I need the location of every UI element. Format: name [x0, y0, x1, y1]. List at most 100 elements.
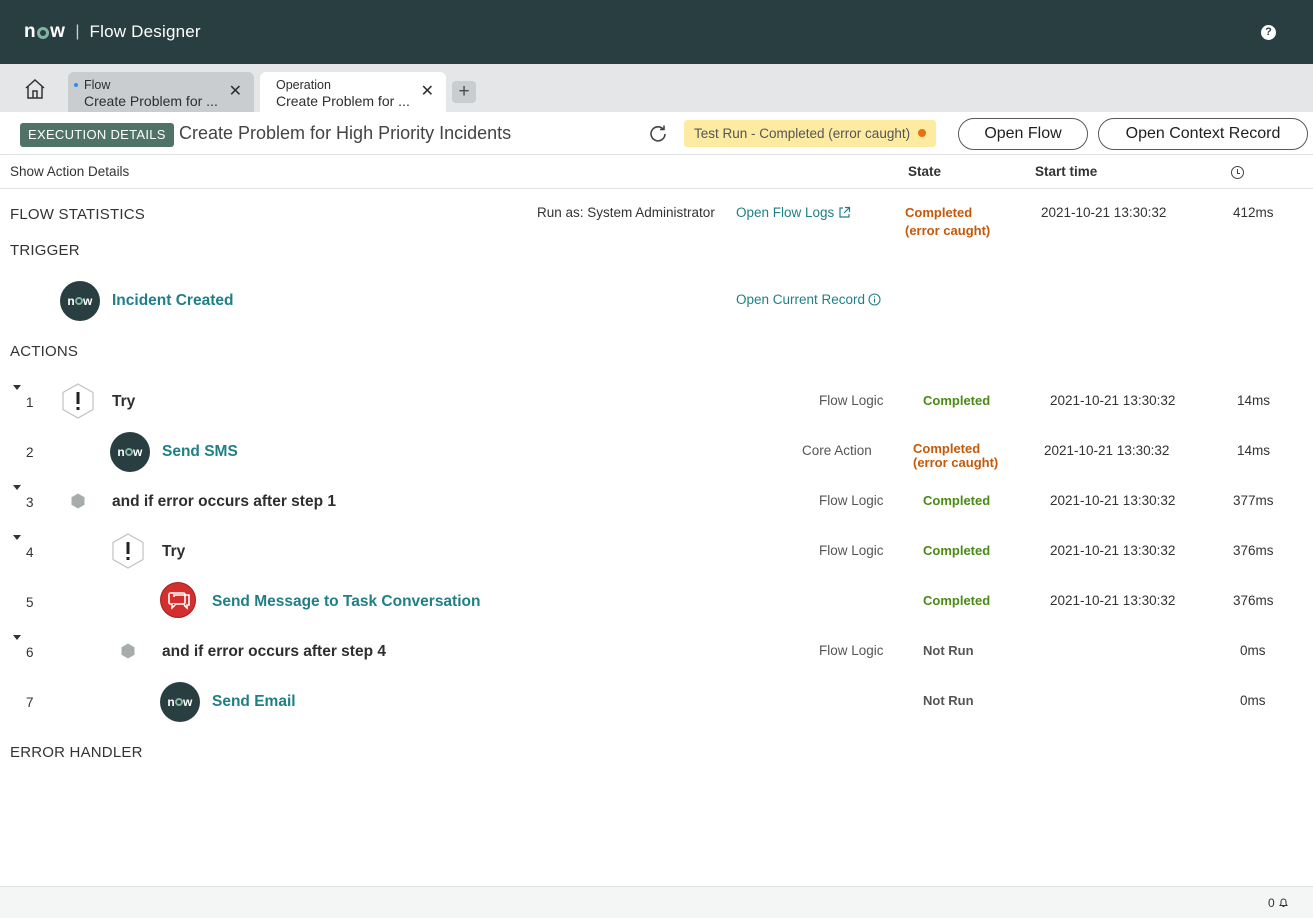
show-action-details-toggle[interactable]: Show Action Details [10, 164, 129, 179]
run-as-text: Run as: System Administrator [537, 205, 715, 220]
step-name-link[interactable]: Send SMS [162, 443, 238, 461]
app-header: nw | Flow Designer ? [0, 0, 1313, 64]
execution-title: Create Problem for High Priority Inciden… [179, 123, 512, 143]
flow-duration: 412ms [1233, 205, 1274, 220]
trigger-heading: TRIGGER [10, 242, 80, 259]
servicenow-action-icon: nw [160, 682, 200, 722]
open-flow-logs-label: Open Flow Logs [736, 205, 835, 220]
step-name[interactable]: and if error occurs after step 4 [162, 643, 386, 661]
flow-start-time: 2021-10-21 13:30:32 [1041, 205, 1167, 220]
step-type: Core Action [802, 443, 872, 458]
step-duration: 14ms [1237, 393, 1271, 408]
step-start-time: 2021-10-21 13:30:32 [1050, 593, 1176, 608]
step-state: Completed [923, 393, 991, 408]
run-status-text: Test Run - Completed (error caught) [694, 126, 911, 141]
collapse-caret-icon[interactable] [13, 635, 21, 640]
step-state-line2: (error caught) [913, 455, 999, 470]
step-state: Completed (error caught) [913, 442, 998, 470]
open-flow-button[interactable]: Open Flow [958, 118, 1088, 150]
unsaved-dot-icon [74, 83, 78, 87]
tab-flow[interactable]: Flow Create Problem for ... ✕ [68, 72, 254, 112]
external-link-icon [839, 206, 851, 218]
step-number: 6 [26, 645, 34, 660]
info-icon [868, 293, 881, 306]
header-separator: | [75, 23, 80, 40]
try-logic-icon [62, 383, 94, 419]
servicenow-trigger-icon: nw [60, 281, 100, 321]
bell-icon[interactable] [1278, 897, 1289, 908]
try-logic-icon [112, 533, 144, 569]
flow-state-line2: (error caught) [905, 223, 991, 238]
run-status-badge: Test Run - Completed (error caught) [684, 120, 937, 147]
step-duration: 377ms [1233, 493, 1274, 508]
collapse-caret-icon[interactable] [13, 485, 21, 490]
step-number: 3 [26, 495, 34, 510]
step-state: Completed [923, 593, 991, 608]
collapse-caret-icon[interactable] [13, 535, 21, 540]
notification-count: 0 [1268, 896, 1275, 910]
trigger-name-link[interactable]: Incident Created [112, 292, 233, 310]
step-start-time: 2021-10-21 13:30:32 [1044, 443, 1170, 458]
step-name-link[interactable]: Send Message to Task Conversation [212, 593, 480, 611]
step-state: Completed [923, 493, 991, 508]
tab-bar: Flow Create Problem for ... ✕ Operation … [0, 64, 1313, 112]
flow-state-line1: Completed [905, 205, 973, 220]
flow-statistics-heading: FLOW STATISTICS [10, 206, 145, 223]
add-tab-button[interactable]: + [452, 81, 476, 103]
step-type: Flow Logic [819, 543, 884, 558]
step-number: 4 [26, 545, 34, 560]
step-start-time: 2021-10-21 13:30:32 [1050, 493, 1176, 508]
step-number: 5 [26, 595, 34, 610]
help-icon[interactable]: ? [1261, 25, 1276, 40]
refresh-icon[interactable] [648, 123, 668, 143]
status-dot-icon [918, 129, 927, 138]
servicenow-logo[interactable]: nw [24, 21, 65, 43]
home-icon[interactable] [24, 78, 46, 100]
state-column-header: State [908, 164, 942, 179]
start-time-column-header: Start time [1035, 164, 1098, 179]
close-tab-icon[interactable]: ✕ [421, 84, 434, 100]
step-state-line1: Completed [913, 441, 981, 456]
step-number: 7 [26, 695, 34, 710]
error-branch-icon [121, 643, 135, 659]
step-start-time: 2021-10-21 13:30:32 [1050, 393, 1176, 408]
open-flow-logs-link[interactable]: Open Flow Logs [736, 205, 851, 220]
step-duration: 376ms [1233, 543, 1274, 558]
step-type: Flow Logic [819, 393, 884, 408]
collapse-caret-icon[interactable] [13, 385, 21, 390]
error-branch-icon [71, 493, 85, 509]
step-type: Flow Logic [819, 643, 884, 658]
step-number: 1 [26, 395, 34, 410]
step-name-link[interactable]: Send Email [212, 693, 296, 711]
step-start-time: 2021-10-21 13:30:32 [1050, 543, 1176, 558]
open-current-record-link[interactable]: Open Current Record [736, 292, 881, 307]
step-name[interactable]: and if error occurs after step 1 [112, 493, 336, 511]
open-context-record-button[interactable]: Open Context Record [1098, 118, 1308, 150]
execution-details-badge: EXECUTION DETAILS [20, 123, 174, 147]
step-type: Flow Logic [819, 493, 884, 508]
step-name[interactable]: Try [162, 543, 185, 561]
step-number: 2 [26, 445, 34, 460]
step-duration: 376ms [1233, 593, 1274, 608]
step-state: Not Run [923, 643, 974, 658]
flow-state: Completed (error caught) [905, 204, 990, 240]
step-duration: 14ms [1237, 443, 1271, 458]
tab-kind: Operation [276, 78, 331, 92]
tab-kind: Flow [84, 78, 111, 92]
step-duration: 0ms [1240, 643, 1266, 658]
open-current-record-label: Open Current Record [736, 292, 866, 307]
actions-heading: ACTIONS [10, 343, 79, 360]
error-handler-heading: ERROR HANDLER [10, 744, 143, 761]
step-state: Completed [923, 543, 991, 558]
duration-clock-icon [1231, 166, 1244, 179]
column-header-row: Show Action Details State Start time [0, 155, 1313, 189]
app-title: Flow Designer [89, 22, 201, 41]
step-state: Not Run [923, 693, 974, 708]
step-duration: 0ms [1240, 693, 1266, 708]
chat-conversation-icon [160, 582, 196, 618]
close-tab-icon[interactable]: ✕ [229, 84, 242, 100]
tab-operation[interactable]: Operation Create Problem for ... ✕ [260, 72, 446, 112]
step-name[interactable]: Try [112, 393, 135, 411]
servicenow-action-icon: nw [110, 432, 150, 472]
footer-bar: 0 [0, 886, 1313, 918]
